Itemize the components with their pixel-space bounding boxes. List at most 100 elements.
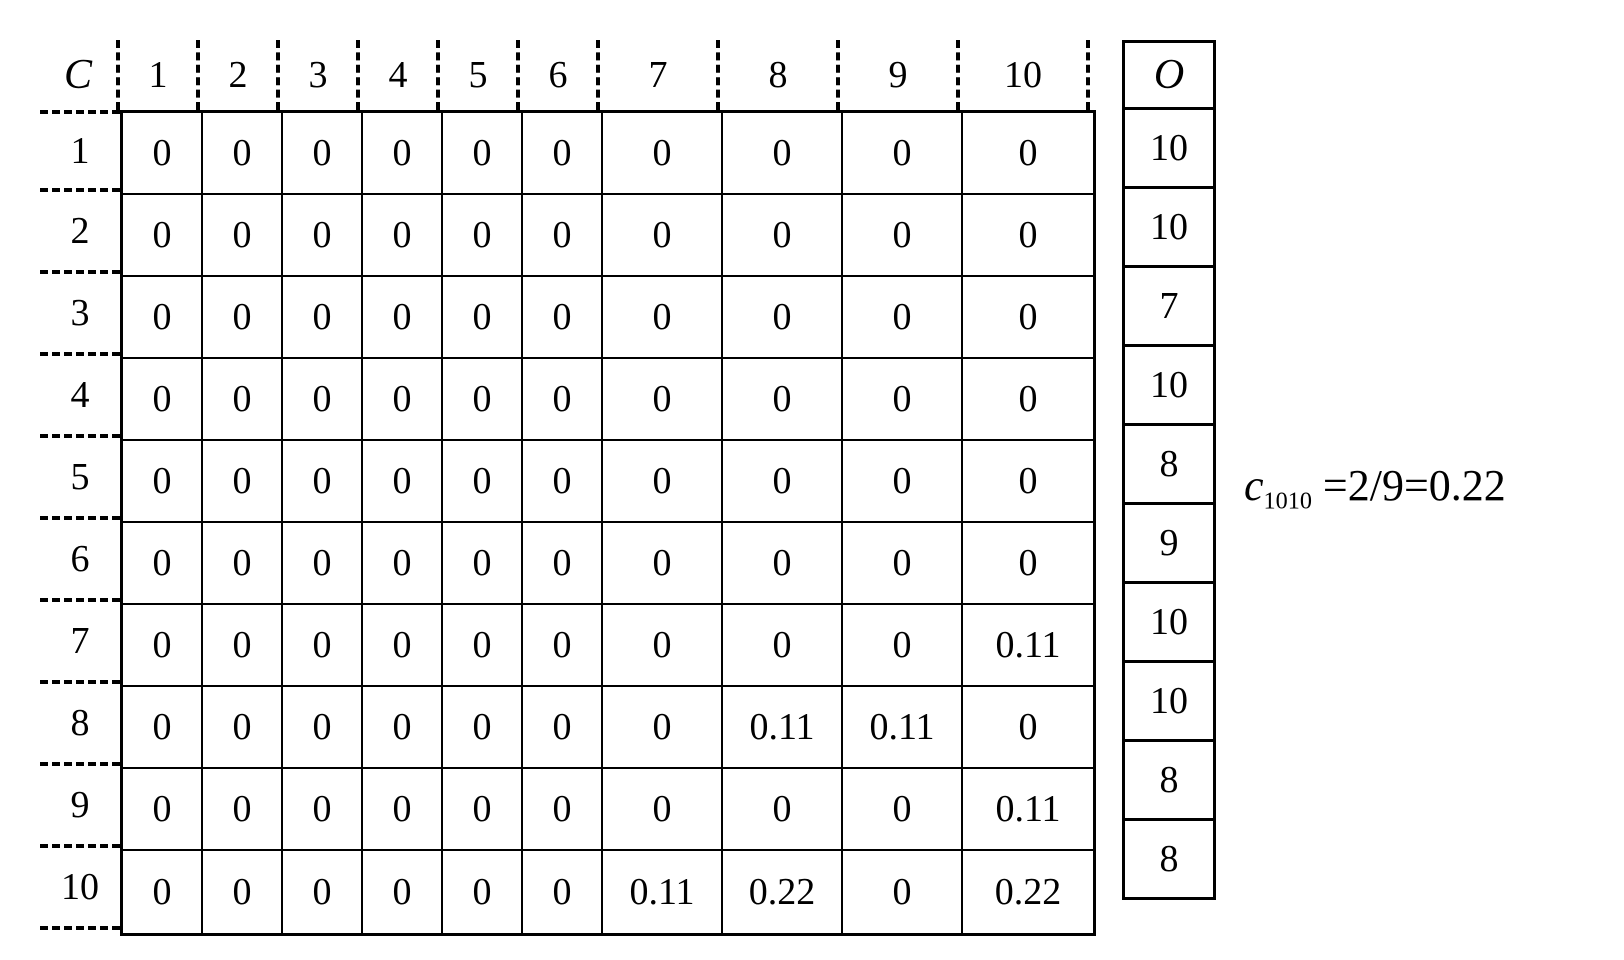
table-row: 0 0 0 0 0 0 0 0.11 0.11 0 [123,687,1093,769]
matrix-cell: 0 [603,441,723,523]
matrix-cell: 0 [203,441,283,523]
matrix-cell: 0 [603,195,723,277]
col-header: 2 [200,40,280,110]
matrix-cell: 0 [363,851,443,933]
matrix-cell: 0 [523,359,603,441]
matrix-cell: 0 [603,359,723,441]
matrix-cell: 0 [283,113,363,195]
matrix-cell: 0.11 [963,769,1093,851]
matrix-cell: 0 [443,769,523,851]
matrix-cell: 0 [123,195,203,277]
matrix-cell: 0 [363,605,443,687]
matrix-cell: 0 [203,359,283,441]
matrix-cell: 0 [723,441,843,523]
o-cell: 9 [1122,502,1216,584]
matrix-cell: 0 [203,277,283,359]
matrix-cell: 0 [843,277,963,359]
matrix-cell: 0 [723,523,843,605]
matrix-cell: 0 [523,523,603,605]
annotation-equation: c1010 =2/9=0.22 [1244,460,1506,515]
matrix-cell: 0 [203,687,283,769]
matrix-cell: 0 [603,769,723,851]
equation-value: 0.22 [1429,461,1506,510]
matrix-cell: 0 [723,605,843,687]
matrix-cell: 0 [523,605,603,687]
matrix-cell: 0 [283,277,363,359]
matrix-cell: 0.11 [723,687,843,769]
col-header: 5 [440,40,520,110]
matrix-cell: 0 [963,277,1093,359]
row-header: 9 [40,766,120,848]
matrix-cell: 0 [283,359,363,441]
matrix-cell: 0 [443,523,523,605]
o-cell: 10 [1122,660,1216,742]
o-cell: 10 [1122,186,1216,268]
matrix-cell: 0 [363,523,443,605]
matrix-cell: 0 [123,851,203,933]
matrix-cell: 0 [603,277,723,359]
row-header: 6 [40,520,120,602]
matrix-cell: 0 [123,359,203,441]
matrix-cell: 0 [203,195,283,277]
matrix-cell: 0 [723,359,843,441]
row-header: 1 [40,110,120,192]
equation-subscript: 1010 [1264,488,1312,515]
matrix-cell: 0 [603,523,723,605]
matrix-cell: 0 [603,113,723,195]
matrix-cell: 0 [843,195,963,277]
matrix-cell: 0 [963,441,1093,523]
matrix-cell: 0 [843,523,963,605]
table-row: 0 0 0 0 0 0 0 0 0 0 [123,277,1093,359]
matrix-cell: 0 [123,769,203,851]
equation-var: c [1244,461,1264,510]
matrix-cell: 0 [523,687,603,769]
matrix-cell: 0 [523,851,603,933]
matrix-cell: 0 [843,441,963,523]
table-row: 0 0 0 0 0 0 0 0 0 0.11 [123,605,1093,687]
row-header: 8 [40,684,120,766]
matrix-block: C 1 2 3 4 5 6 7 8 9 10 1 2 3 4 5 [40,40,1096,936]
matrix-cell: 0 [363,113,443,195]
matrix-cell: 0 [443,605,523,687]
matrix-cell: 0 [123,277,203,359]
matrix-cell: 0 [283,605,363,687]
matrix-cell: 0 [363,195,443,277]
page: C 1 2 3 4 5 6 7 8 9 10 1 2 3 4 5 [0,0,1624,960]
matrix-cell: 0.22 [963,851,1093,933]
matrix-cell: 0 [363,769,443,851]
matrix-cell: 0 [723,769,843,851]
matrix-cell: 0 [363,277,443,359]
col-header: 10 [960,40,1090,110]
o-cell: 10 [1122,581,1216,663]
matrix-cell: 0 [963,359,1093,441]
matrix-cell: 0 [443,441,523,523]
matrix-cell: 0 [443,195,523,277]
matrix-cell: 0 [363,687,443,769]
matrix-cell: 0 [603,687,723,769]
o-cell: 7 [1122,265,1216,347]
matrix-cell: 0 [283,687,363,769]
matrix-cell: 0 [283,441,363,523]
matrix-cell: 0 [123,523,203,605]
matrix-cell: 0 [443,277,523,359]
matrix-cell: 0 [363,441,443,523]
matrix-cell: 0 [443,687,523,769]
table-row: 0 0 0 0 0 0 0 0 0 0 [123,195,1093,277]
matrix-cell: 0 [283,195,363,277]
matrix-table: 0 0 0 0 0 0 0 0 0 0 0 0 0 [120,110,1096,936]
matrix-cell: 0 [603,605,723,687]
matrix-cell: 0.11 [603,851,723,933]
matrix-cell: 0 [203,523,283,605]
row-header: 7 [40,602,120,684]
o-cell: 10 [1122,344,1216,426]
matrix-cell: 0 [363,359,443,441]
matrix-cell: 0.11 [843,687,963,769]
layout: C 1 2 3 4 5 6 7 8 9 10 1 2 3 4 5 [40,40,1506,936]
row-header: 3 [40,274,120,356]
table-row: 0 0 0 0 0 0 0 0 0 0 [123,359,1093,441]
matrix-cell: 0 [523,113,603,195]
row-header: 4 [40,356,120,438]
col-header: 1 [120,40,200,110]
matrix-cell: 0 [843,605,963,687]
matrix-cell: 0.22 [723,851,843,933]
